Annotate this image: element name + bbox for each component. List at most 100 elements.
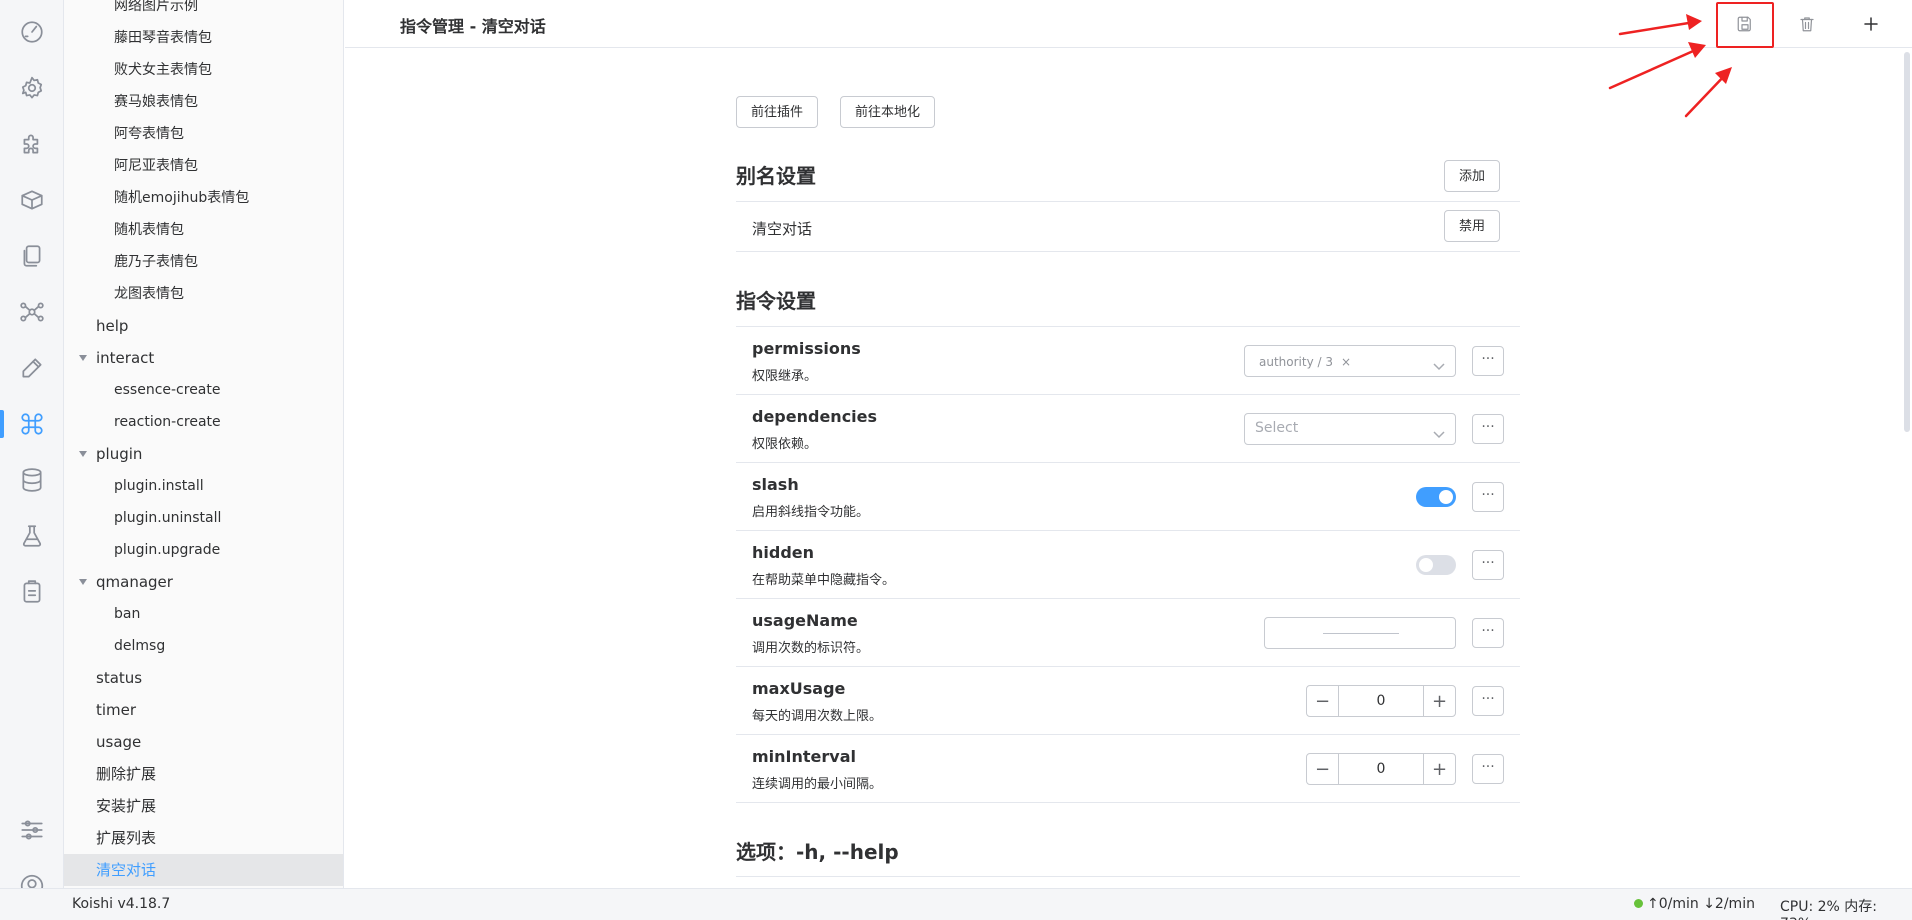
tree-item[interactable]: reaction-create <box>64 406 343 438</box>
disable-alias-button[interactable]: 禁用 <box>1444 210 1501 242</box>
commands-icon[interactable] <box>12 404 52 444</box>
tree-item[interactable]: 赛马娘表情包 <box>64 86 343 118</box>
caret-down-icon[interactable] <box>79 579 87 585</box>
market-icon[interactable] <box>12 180 52 220</box>
page-title: 指令管理 - 清空对话 <box>400 17 546 36</box>
tree-item-active[interactable]: 清空对话 <box>64 854 343 886</box>
tree-item[interactable]: ban <box>64 598 343 630</box>
edit-icon[interactable] <box>12 348 52 388</box>
divider <box>736 876 1520 877</box>
network-rate: ↑0/min ↓2/min <box>1647 896 1755 912</box>
tree-item[interactable]: timer <box>64 694 343 726</box>
tree-item[interactable]: 安装扩展 <box>64 790 343 822</box>
caret-down-icon[interactable] <box>79 355 87 361</box>
tree-group[interactable]: interact <box>64 342 343 374</box>
add-icon[interactable] <box>1855 8 1887 40</box>
tree-item-label: qmanager <box>96 573 173 591</box>
tree-item-label: plugin.uninstall <box>114 510 222 526</box>
decrement-button[interactable]: − <box>1307 754 1339 784</box>
tree-item[interactable]: help <box>64 310 343 342</box>
maxusage-stepper: − 0 + <box>1306 685 1456 717</box>
files-icon[interactable] <box>12 236 52 276</box>
database-icon[interactable] <box>12 460 52 500</box>
setting-row-mininterval: minInterval 连续调用的最小间隔。 − 0 + ··· <box>736 735 1520 803</box>
tree-item[interactable]: 网络图片示例 <box>64 0 343 22</box>
main-scrollbar[interactable] <box>1904 52 1910 432</box>
dashboard-icon[interactable] <box>12 12 52 52</box>
system-usage: CPU: 2% 内存: 73% <box>1780 899 1878 920</box>
delete-icon[interactable] <box>1791 8 1823 40</box>
setting-desc: 启用斜线指令功能。 <box>752 505 870 520</box>
tree-item[interactable]: 阿夸表情包 <box>64 118 343 150</box>
tree-item[interactable]: 败犬女主表情包 <box>64 54 343 86</box>
tree-item[interactable]: 龙图表情包 <box>64 278 343 310</box>
increment-button[interactable]: + <box>1423 754 1455 784</box>
activity-bar <box>0 0 64 898</box>
chevron-down-icon <box>1433 424 1445 439</box>
tree-item[interactable]: 扩展列表 <box>64 822 343 854</box>
setting-desc: 权限继承。 <box>752 369 818 384</box>
active-indicator <box>0 410 4 438</box>
tree-item[interactable]: 藤田琴音表情包 <box>64 22 343 54</box>
more-button[interactable]: ··· <box>1472 414 1504 444</box>
sandbox-icon[interactable] <box>12 516 52 556</box>
mininterval-stepper: − 0 + <box>1306 753 1456 785</box>
tree-item[interactable]: plugin.install <box>64 470 343 502</box>
more-button[interactable]: ··· <box>1472 754 1504 784</box>
caret-down-icon[interactable] <box>79 451 87 457</box>
divider <box>736 201 1520 202</box>
more-button[interactable]: ··· <box>1472 346 1504 376</box>
tree-item[interactable]: plugin.uninstall <box>64 502 343 534</box>
more-button[interactable]: ··· <box>1472 550 1504 580</box>
save-icon[interactable] <box>1729 8 1761 40</box>
tree-item[interactable]: status <box>64 662 343 694</box>
tree-group[interactable]: plugin <box>64 438 343 470</box>
goto-locale-button[interactable]: 前往本地化 <box>840 96 936 128</box>
decrement-button[interactable]: − <box>1307 686 1339 716</box>
tree-item[interactable]: 阿尼亚表情包 <box>64 150 343 182</box>
stepper-value[interactable]: 0 <box>1339 686 1423 716</box>
setting-name: slash <box>752 475 799 494</box>
select-placeholder: Select <box>1255 420 1299 436</box>
permissions-select[interactable]: authority / 3 × <box>1244 345 1456 377</box>
tree-item[interactable]: 随机表情包 <box>64 214 343 246</box>
tree-item-label: reaction-create <box>114 414 221 430</box>
dependencies-select[interactable]: Select <box>1244 413 1456 445</box>
tree-item[interactable]: usage <box>64 726 343 758</box>
alias-section-title: 别名设置 <box>736 164 816 188</box>
tree-item[interactable]: 随机emojihub表情包 <box>64 182 343 214</box>
setting-row-permissions: permissions 权限继承。 authority / 3 × ··· <box>736 327 1520 395</box>
options-section-title: 选项：-h, --help <box>736 840 899 864</box>
permission-tag-label: authority / 3 <box>1259 355 1333 369</box>
network-icon[interactable] <box>12 292 52 332</box>
settings-icon[interactable] <box>12 68 52 108</box>
setting-desc: 连续调用的最小间隔。 <box>752 777 883 792</box>
tree-item[interactable]: plugin.upgrade <box>64 534 343 566</box>
preferences-icon[interactable] <box>12 810 52 850</box>
add-alias-button[interactable]: 添加 <box>1444 160 1501 192</box>
tree-group[interactable]: qmanager <box>64 566 343 598</box>
logs-icon[interactable] <box>12 572 52 612</box>
increment-button[interactable]: + <box>1423 686 1455 716</box>
tag-remove-icon[interactable]: × <box>1341 355 1351 369</box>
more-button[interactable]: ··· <box>1472 618 1504 648</box>
usagename-input[interactable] <box>1264 617 1456 649</box>
stepper-value[interactable]: 0 <box>1339 754 1423 784</box>
input-empty-marker <box>1323 633 1399 634</box>
hidden-toggle[interactable] <box>1416 555 1456 575</box>
tree-item-label: 安装扩展 <box>96 797 157 815</box>
network-status: ↑0/min ↓2/min <box>1634 896 1755 912</box>
app-window: 网络图片示例 藤田琴音表情包 败犬女主表情包 赛马娘表情包 阿夸表情包 阿尼亚表… <box>0 0 1912 920</box>
tree-item[interactable]: 删除扩展 <box>64 758 343 790</box>
more-button[interactable]: ··· <box>1472 686 1504 716</box>
tree-item[interactable]: delmsg <box>64 630 343 662</box>
goto-plugin-button[interactable]: 前往插件 <box>736 96 819 128</box>
tree-item[interactable]: 鹿乃子表情包 <box>64 246 343 278</box>
plugin-icon[interactable] <box>12 124 52 164</box>
more-button[interactable]: ··· <box>1472 482 1504 512</box>
setting-row-maxusage: maxUsage 每天的调用次数上限。 − 0 + ··· <box>736 667 1520 735</box>
tree-item[interactable]: essence-create <box>64 374 343 406</box>
tree-item-label: status <box>96 669 143 687</box>
slash-toggle[interactable] <box>1416 487 1456 507</box>
tree-item-label: usage <box>96 733 142 751</box>
